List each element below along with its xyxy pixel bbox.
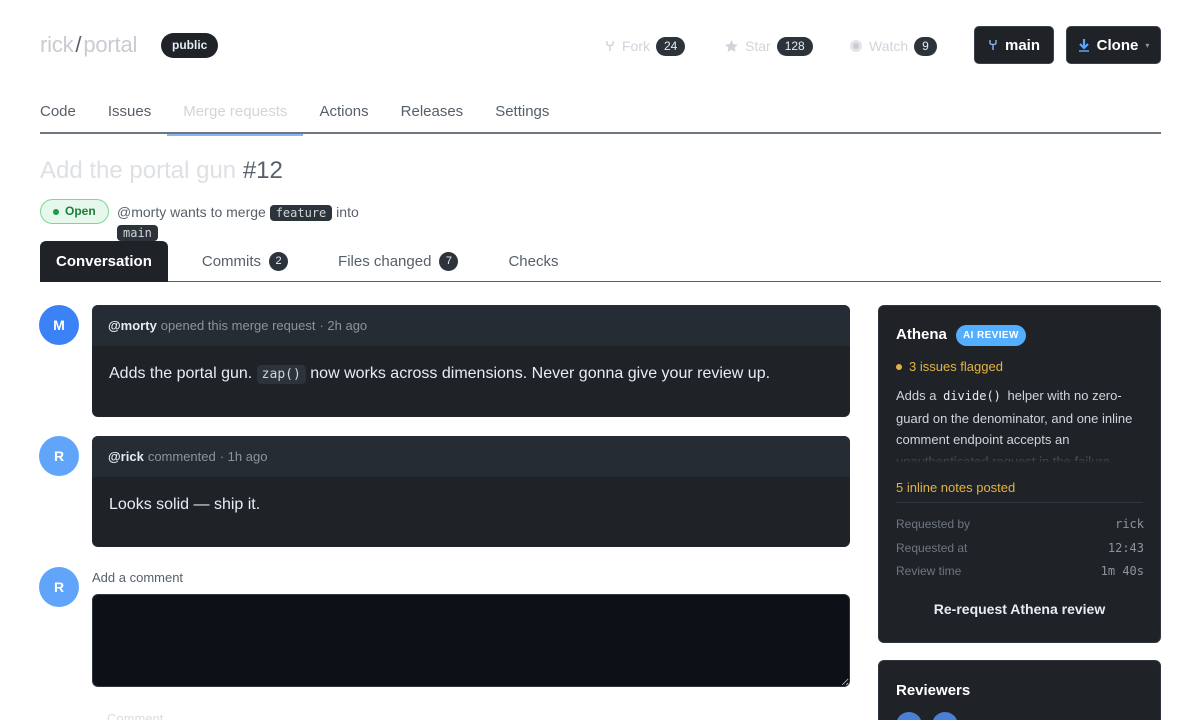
avatar[interactable]: R (39, 567, 79, 607)
requested-at-label: Requested at (896, 541, 968, 555)
download-icon (1078, 39, 1089, 52)
fork-count: 24 (656, 36, 686, 56)
tab-checks[interactable]: Checks (492, 241, 574, 282)
inline-notes-posted[interactable]: 5 inline notes posted (896, 480, 1015, 495)
source-branch[interactable]: feature (269, 205, 333, 221)
fork-icon (606, 41, 614, 51)
tab-files-changed-label: Files changed (338, 253, 432, 270)
tab-releases[interactable]: Releases (385, 100, 480, 134)
review-time-label: Review time (896, 564, 962, 578)
fork-button[interactable]: Fork 24 (604, 35, 686, 57)
repo-title[interactable]: rick/portal (40, 32, 137, 58)
divider (896, 502, 1143, 503)
review-summary: Adds a divide() helper with no zero-guar… (896, 385, 1148, 463)
chevron-down-icon: ▾ (1145, 40, 1150, 50)
requested-at-row: Requested at 12:43 (896, 541, 1144, 555)
comment-card: @morty opened this merge request · 2h ag… (92, 305, 850, 417)
commits-count: 2 (269, 252, 289, 271)
warning-dot-icon (896, 363, 902, 370)
repo-name[interactable]: portal (83, 32, 137, 57)
clone-button[interactable]: Clone ▾ (1066, 26, 1161, 64)
tab-commits[interactable]: Commits 2 (186, 241, 304, 282)
requested-at-value: 12:43 (1107, 541, 1144, 555)
summary-text: Adds a (896, 388, 937, 403)
status-badge: Open (40, 199, 109, 224)
rerequest-review-button[interactable]: Re-request Athena review (879, 601, 1160, 617)
review-time-row: Review time 1m 40s (896, 564, 1144, 578)
mr-number: #12 (242, 157, 283, 184)
eye-icon (850, 40, 862, 52)
review-time-value: 1m 40s (1100, 564, 1144, 578)
repo-separator: / (75, 32, 82, 57)
avatar[interactable] (932, 712, 958, 720)
star-label: Star (745, 38, 771, 54)
repo-tabs: Code Issues Merge requests Actions Relea… (40, 100, 1161, 136)
tab-checks-label: Checks (508, 253, 559, 270)
tab-conversation-label: Conversation (56, 253, 152, 270)
clone-label: Clone (1096, 36, 1139, 54)
avatar[interactable] (896, 712, 922, 720)
tab-merge-requests[interactable]: Merge requests (167, 100, 304, 136)
comment-card: @rick commented · 1h ago Looks solid — s… (92, 436, 850, 547)
mr-meta-into: into (336, 204, 359, 220)
tab-files-changed[interactable]: Files changed 7 (322, 241, 474, 282)
tab-code[interactable]: Code (40, 100, 92, 134)
comment-time: · 2h ago (319, 318, 368, 333)
tab-actions[interactable]: Actions (303, 100, 384, 134)
comment-input[interactable] (92, 594, 850, 687)
files-changed-count: 7 (439, 252, 459, 271)
star-icon (725, 39, 738, 52)
branch-button[interactable]: main (974, 26, 1054, 64)
fork-label: Fork (622, 38, 650, 54)
summary-code: divide() (943, 389, 1001, 403)
tab-settings[interactable]: Settings (479, 100, 565, 134)
comment-text: now works across dimensions. Never gonna… (310, 365, 771, 382)
tab-commits-label: Commits (201, 253, 262, 270)
reviewers-title: Reviewers (896, 682, 971, 699)
comment-body: Looks solid — ship it. (109, 496, 261, 513)
requested-by-value: rick (1115, 517, 1144, 531)
comment-button[interactable]: Comment (107, 711, 163, 720)
ai-review-badge: AI REVIEW (956, 325, 1026, 346)
athena-title: Athena (896, 326, 947, 343)
branch-label: main (1004, 36, 1040, 54)
comment-action: commented (147, 449, 216, 464)
comment-header: @morty opened this merge request · 2h ag… (92, 305, 850, 346)
branch-icon (989, 40, 997, 50)
comment-author[interactable]: @morty (108, 318, 157, 333)
issues-flagged: 3 issues flagged (896, 359, 1003, 374)
watch-button[interactable]: Watch 9 (849, 35, 937, 57)
comment-text: Adds the portal gun. (109, 365, 253, 382)
add-comment-label: Add a comment (92, 570, 184, 585)
tab-conversation[interactable]: Conversation (40, 241, 168, 282)
tab-issues[interactable]: Issues (92, 100, 167, 134)
comment-body: Adds the portal gun. zap() now works acr… (92, 346, 850, 403)
page-title: Add the portal gun #12 (40, 157, 283, 185)
mr-meta: @morty wants to merge feature into (117, 203, 397, 222)
repo-owner[interactable]: rick (40, 32, 74, 57)
status-dot-icon (53, 208, 59, 215)
star-count: 128 (776, 36, 813, 56)
mr-tabs: Conversation Commits 2 Files changed 7 C… (40, 241, 1161, 282)
avatar[interactable]: R (39, 436, 79, 476)
avatar[interactable]: M (39, 305, 79, 345)
status-label: Open (65, 204, 96, 218)
requested-by-label: Requested by (896, 517, 971, 531)
mr-meta-prefix: @morty wants to merge (117, 204, 266, 220)
watch-label: Watch (869, 38, 909, 54)
star-button[interactable]: Star 128 (724, 35, 813, 57)
watch-count: 9 (914, 36, 937, 56)
issues-flagged-label: 3 issues flagged (909, 359, 1003, 374)
visibility-badge: public (161, 33, 219, 58)
target-branch[interactable]: main (117, 225, 158, 241)
comment-time: · 1h ago (219, 449, 268, 464)
mr-title-text: Add the portal gun (40, 157, 237, 184)
reviewers-panel: Reviewers (878, 660, 1161, 720)
comment-author[interactable]: @rick (108, 449, 144, 464)
inline-code: zap() (256, 365, 306, 384)
comment-header: @rick commented · 1h ago (92, 436, 850, 477)
comment-action: opened this merge request (160, 318, 316, 333)
athena-review-panel: Athena AI REVIEW 3 issues flagged Adds a… (878, 305, 1161, 643)
requested-by-row: Requested by rick (896, 517, 1144, 531)
